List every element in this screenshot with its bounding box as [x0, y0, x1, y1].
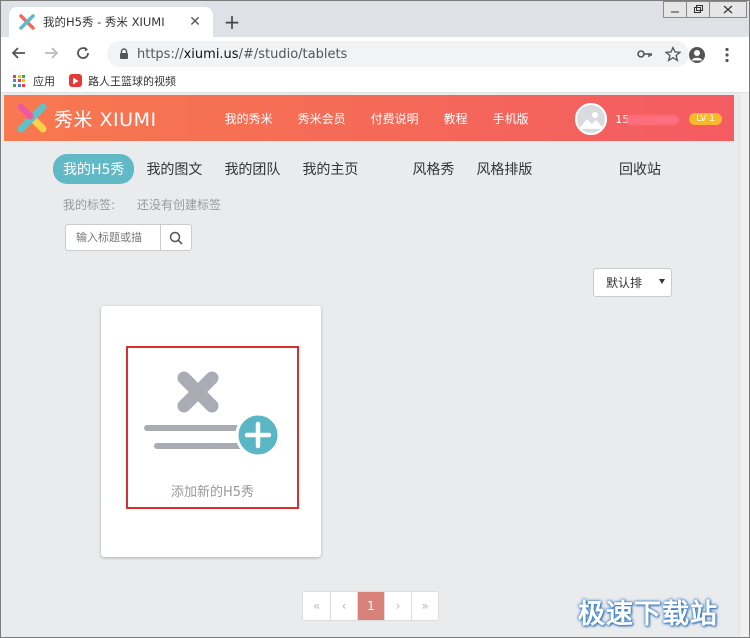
search-input[interactable]: [66, 225, 160, 250]
page-prev-button[interactable]: ‹: [330, 592, 357, 620]
bookmark-label: 应用: [33, 74, 55, 88]
nav-mobile[interactable]: 手机版: [493, 110, 529, 127]
search-icon: [169, 231, 183, 245]
add-h5-card[interactable]: 添加新的H5秀: [101, 306, 321, 557]
sort-select[interactable]: 默认排: [593, 268, 672, 297]
bookmark-video[interactable]: 路人王篮球的视频: [69, 73, 176, 89]
site-logo[interactable]: 秀米 XIUMI: [16, 102, 157, 134]
reload-icon[interactable]: [69, 39, 97, 67]
nav-my-xiumi[interactable]: 我的秀米: [225, 110, 273, 127]
bookmarks-bar: 应用 路人王篮球的视频: [1, 69, 749, 93]
bookmark-label: 路人王篮球的视频: [88, 74, 176, 88]
forward-arrow-icon[interactable]: [37, 39, 65, 67]
tab-my-homepage[interactable]: 我的主页: [302, 159, 358, 179]
tab-style-show[interactable]: 风格秀: [412, 159, 454, 179]
tab-style-layout[interactable]: 风格排版: [476, 159, 532, 179]
page-first-button[interactable]: «: [303, 592, 330, 620]
tab-close-icon[interactable]: ✕: [187, 14, 203, 30]
browser-tab[interactable]: 我的H5秀 - 秀米 XIUMI ✕: [9, 7, 213, 37]
nav-membership[interactable]: 秀米会员: [298, 110, 346, 127]
tab-my-h5[interactable]: 我的H5秀: [53, 154, 135, 184]
watermark: 极速下载站: [578, 599, 718, 630]
add-h5-highlight[interactable]: 添加新的H5秀: [126, 346, 299, 509]
vertical-scrollbar[interactable]: [739, 93, 749, 637]
sort-value: 默认排: [606, 276, 643, 290]
new-tab-button[interactable]: +: [221, 11, 243, 33]
video-favicon-icon: [69, 74, 82, 87]
window-controls: [663, 1, 747, 18]
tab-strip: 我的H5秀 - 秀米 XIUMI ✕ +: [1, 1, 749, 37]
page-last-button[interactable]: »: [411, 592, 438, 620]
tab-my-articles[interactable]: 我的图文: [146, 159, 202, 179]
caret-down-icon: [659, 279, 665, 284]
logo-text: 秀米 XIUMI: [54, 108, 157, 131]
back-arrow-icon[interactable]: [5, 39, 33, 67]
site-nav: 我的秀米 秀米会员 付费说明 教程 手机版: [225, 110, 554, 127]
window-close-icon[interactable]: [709, 1, 747, 18]
add-h5-label: 添加新的H5秀: [170, 485, 255, 500]
tags-empty-text: 还没有创建标签: [137, 198, 222, 212]
url-text: https://xiumi.us/#/studio/tablets: [137, 46, 348, 62]
apps-grid-icon: [13, 74, 25, 87]
tab-recycle-bin[interactable]: 回收站: [619, 159, 661, 179]
tags-row: 我的标签: 还没有创建标签: [63, 196, 243, 213]
level-badge: LV 1: [689, 113, 722, 125]
redacted-username: [625, 114, 680, 125]
xiumi-logo-icon: [16, 102, 48, 134]
toolbar-right: [681, 41, 741, 69]
avatar-mountain-icon: [579, 112, 605, 129]
minimize-icon[interactable]: [663, 1, 687, 18]
tags-label: 我的标签:: [63, 198, 116, 212]
xiumi-favicon-icon: [19, 14, 35, 30]
pagination: « ‹ 1 › »: [302, 591, 439, 621]
nav-tutorial[interactable]: 教程: [444, 110, 468, 127]
search-box: [65, 224, 192, 251]
user-name[interactable]: 15: [615, 113, 683, 126]
tab-title: 我的H5秀 - 秀米 XIUMI: [43, 15, 165, 29]
key-icon[interactable]: [633, 42, 657, 66]
tab-my-team[interactable]: 我的团队: [224, 159, 280, 179]
browser-window: 我的H5秀 - 秀米 XIUMI ✕ + https://xiumi.us/#/…: [0, 0, 750, 638]
site-header: 秀米 XIUMI 我的秀米 秀米会员 付费说明 教程 手机版 15 LV 1: [4, 95, 734, 141]
page-next-button[interactable]: ›: [384, 592, 411, 620]
avatar[interactable]: [575, 103, 608, 135]
profile-icon[interactable]: [683, 41, 711, 69]
search-button[interactable]: [160, 225, 191, 250]
page-current[interactable]: 1: [357, 592, 384, 620]
nav-pricing[interactable]: 付费说明: [371, 110, 419, 127]
page-viewport: 秀米 XIUMI 我的秀米 秀米会员 付费说明 教程 手机版 15 LV 1 我…: [1, 93, 739, 637]
add-h5-graphic-icon: [144, 371, 281, 458]
menu-dots-icon[interactable]: [713, 41, 741, 69]
user-menu[interactable]: 15 LV 1: [575, 103, 722, 135]
address-bar[interactable]: https://xiumi.us/#/studio/tablets: [107, 41, 689, 67]
restore-icon[interactable]: [686, 1, 710, 18]
studio-tabs: 我的H5秀 我的图文 我的团队 我的主页 风格秀 风格排版 回收站: [53, 154, 661, 184]
lock-icon: [117, 47, 131, 61]
browser-toolbar: https://xiumi.us/#/studio/tablets: [1, 37, 749, 69]
bookmark-apps[interactable]: 应用: [13, 73, 55, 89]
